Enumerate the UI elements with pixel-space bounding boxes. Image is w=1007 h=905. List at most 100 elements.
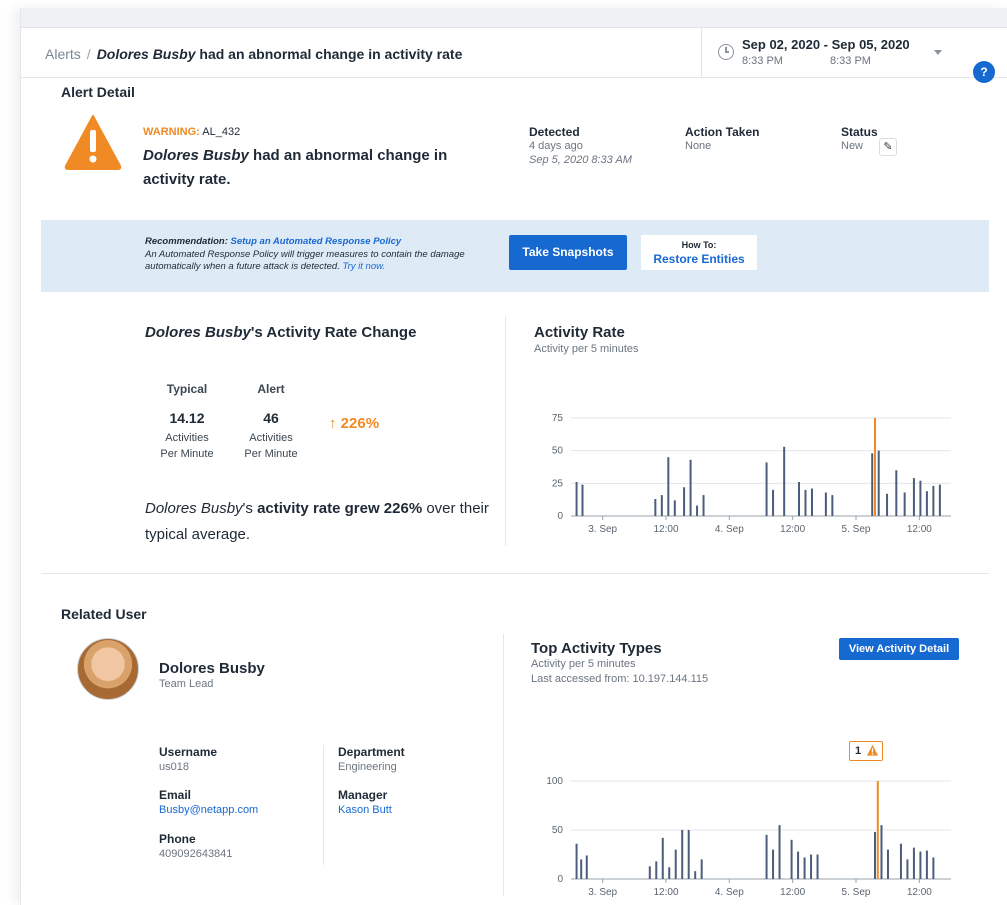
email-label: Email (159, 788, 192, 802)
bar (886, 493, 889, 516)
bar (824, 492, 827, 516)
alert-unit-line1: Activities (249, 432, 293, 444)
help-icon[interactable]: ? (973, 61, 995, 83)
howto-label: How To: (681, 240, 717, 250)
phone-value: 409092643841 (159, 848, 233, 860)
typical-unit: Activities Per Minute (147, 430, 227, 462)
bar (580, 859, 583, 879)
alert-flag[interactable]: 1 (849, 741, 883, 761)
date-range-picker[interactable]: Sep 02, 2020 - Sep 05, 2020 8:33 PM 8:33… (701, 28, 961, 78)
x-tick-label: 12:00 (907, 887, 932, 898)
username-label: Username (159, 745, 218, 759)
bar (925, 491, 928, 516)
user-role: Team Lead (159, 678, 214, 690)
alert-headline-user: Dolores Busby (143, 147, 249, 164)
detected-relative: 4 days ago (529, 140, 583, 152)
username-value: us018 (159, 761, 189, 773)
breadcrumb: Alerts / Dolores Busby had an abnormal cha… (45, 46, 462, 62)
bar (581, 484, 584, 516)
bar (654, 499, 657, 516)
x-tick-label: 12:00 (653, 524, 678, 535)
bar (648, 866, 651, 879)
warning-line: WARNING: AL_432 (143, 126, 240, 138)
bar (919, 480, 922, 516)
bar (667, 457, 670, 516)
try-it-now-link[interactable]: Try it now. (343, 261, 386, 272)
department-label: Department (338, 745, 405, 759)
bar (700, 859, 703, 879)
bar (660, 495, 663, 516)
breadcrumb-alerts-link[interactable]: Alerts (45, 46, 81, 62)
x-tick-label: 4. Sep (715, 524, 744, 535)
email-link[interactable]: Busby@netapp.com (159, 804, 258, 816)
y-tick-label: 75 (552, 413, 564, 424)
bar (871, 453, 874, 516)
recommendation-body: An Automated Response Policy will trigge… (145, 248, 465, 273)
bar (816, 854, 819, 879)
bar (772, 489, 775, 516)
manager-label: Manager (338, 788, 388, 802)
bar (790, 839, 793, 879)
bar (831, 495, 834, 516)
x-tick-label: 12:00 (653, 887, 678, 898)
detected-time: Sep 5, 2020 8:33 AM (529, 154, 632, 166)
bar (655, 861, 658, 879)
top-activity-subtitle: Activity per 5 minutes (531, 658, 636, 670)
edit-status-pencil-icon[interactable]: ✎ (879, 138, 897, 156)
activity-rate-title: Activity Rate (534, 324, 625, 341)
status-label: Status (841, 125, 878, 139)
rate-change-title-text: 's Activity Rate Change (250, 324, 417, 341)
bar (575, 843, 578, 879)
warning-triangle-icon (866, 744, 879, 756)
take-snapshots-button[interactable]: Take Snapshots (509, 235, 627, 270)
bar (912, 847, 915, 879)
chevron-down-icon[interactable] (934, 50, 942, 55)
setup-policy-link[interactable]: Setup an Automated Response Policy (231, 236, 402, 247)
change-percent: ↑ 226% (329, 415, 380, 432)
typical-unit-line1: Activities (165, 432, 209, 444)
bar (765, 462, 768, 516)
y-tick-label: 50 (552, 446, 564, 457)
alert-unit-line2: Per Minute (244, 448, 298, 460)
x-tick-label: 5. Sep (842, 524, 871, 535)
user-field-divider (323, 745, 324, 865)
bar (585, 855, 588, 879)
alert-label: Alert (257, 382, 285, 396)
alert-page: Alerts / Dolores Busby had an abnormal cha… (20, 8, 1007, 905)
bar (886, 849, 889, 879)
x-tick-label: 12:00 (780, 887, 805, 898)
alert-detail-title: Alert Detail (61, 84, 135, 100)
x-tick-label: 3. Sep (588, 887, 617, 898)
manager-link[interactable]: Kason Butt (338, 804, 392, 816)
bar (772, 849, 775, 879)
rate-change-title-user: Dolores Busby (145, 324, 251, 341)
related-divider (503, 634, 504, 896)
avatar (77, 638, 139, 700)
bar (696, 505, 699, 516)
y-tick-label: 0 (557, 511, 563, 522)
view-activity-detail-button[interactable]: View Activity Detail (839, 638, 959, 660)
bar (938, 484, 941, 516)
bar (765, 834, 768, 879)
top-activity-chart: 0 50 100 3. Sep 12:00 4. Sep 12:00 5. Sep 12:00 (546, 776, 951, 898)
x-tick-label: 3. Sep (588, 524, 617, 535)
alert-headline: Dolores Busby had an abnormal change in … (143, 144, 503, 192)
recommendation-banner: Recommendation: Setup an Automated Respo… (41, 220, 989, 292)
typical-unit-line2: Per Minute (160, 448, 214, 460)
x-tick-label: 4. Sep (715, 887, 744, 898)
bar (810, 854, 813, 879)
breadcrumb-separator: / (86, 46, 91, 62)
status-value: New (841, 140, 864, 152)
x-tick-label: 5. Sep (842, 887, 871, 898)
bar (877, 450, 880, 516)
bar (804, 489, 807, 516)
date-range-text: Sep 02, 2020 - Sep 05, 2020 (742, 37, 910, 52)
bar (668, 867, 671, 879)
bar (694, 871, 697, 879)
restore-entities-button[interactable]: How To: Restore Entities (641, 235, 757, 270)
related-user-title: Related User (61, 606, 147, 622)
panel-divider (505, 316, 506, 546)
bar (797, 851, 800, 879)
bar (683, 487, 686, 516)
section-divider (41, 573, 989, 574)
